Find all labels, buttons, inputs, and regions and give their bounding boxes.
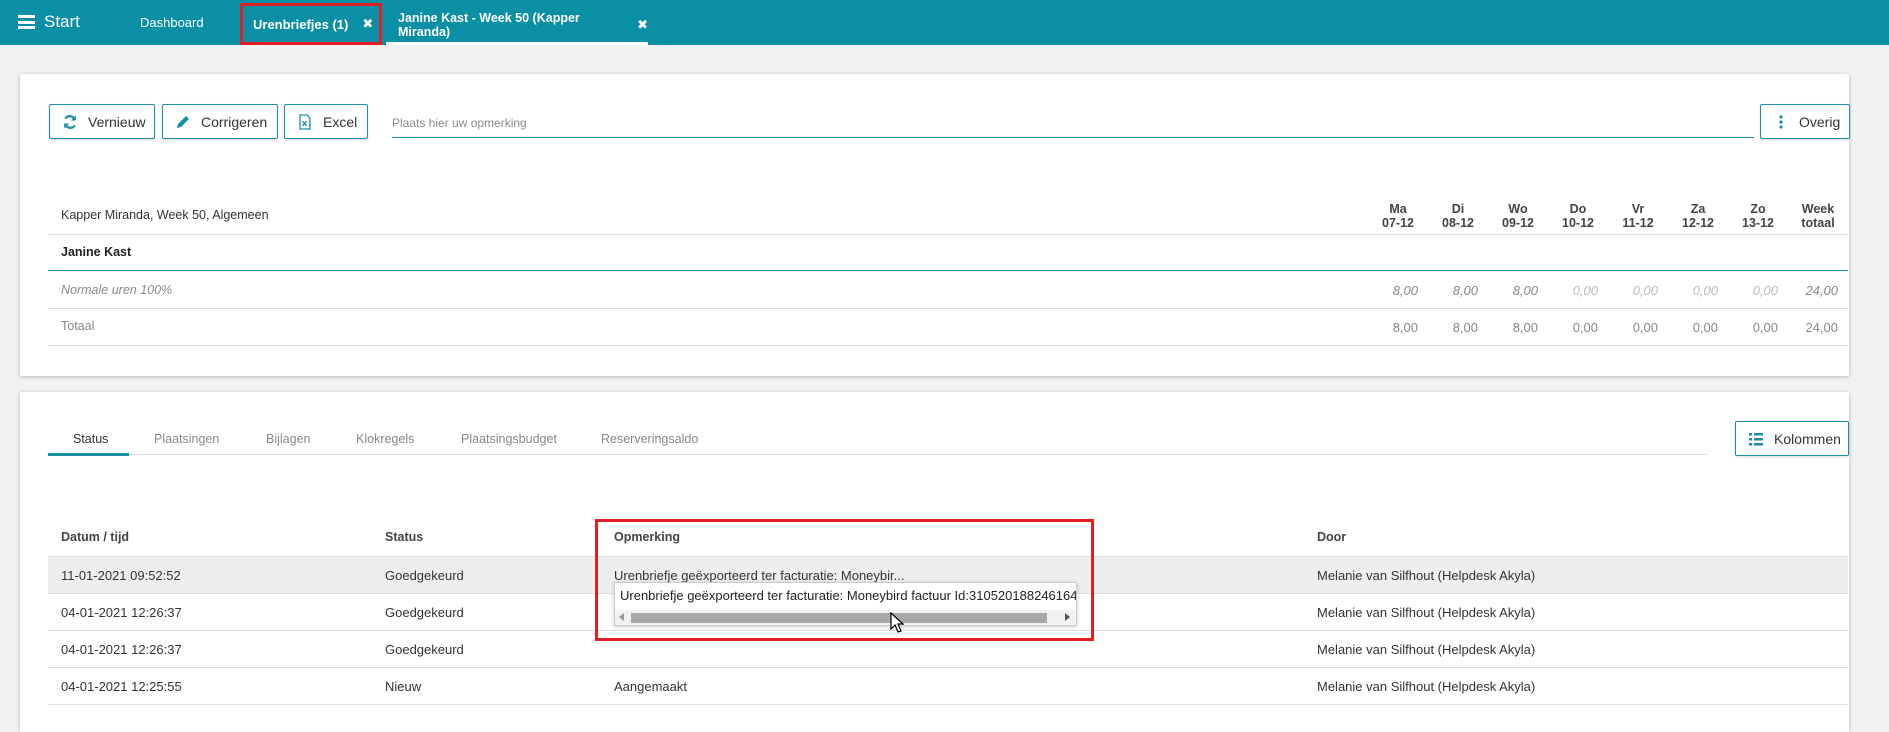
day-header: Wo 09-12 <box>1502 202 1534 230</box>
day-header: Za 12-12 <box>1682 202 1714 230</box>
hours-value: 8,00 <box>1392 283 1418 298</box>
total-value: 0,00 <box>1632 320 1658 335</box>
correct-button[interactable]: Corrigeren <box>162 104 278 139</box>
cell-status: Goedgekeurd <box>385 605 464 620</box>
employee-name: Janine Kast <box>61 245 132 259</box>
tab-janine-kast-label: Janine Kast - Week 50 (Kapper Miranda) <box>398 11 580 39</box>
excel-file-icon <box>297 113 313 130</box>
column-header-by[interactable]: Door <box>1317 530 1346 544</box>
remark-input[interactable] <box>392 108 1754 138</box>
total-value: 8,00 <box>1452 320 1478 335</box>
cell-datetime: 04-01-2021 12:25:55 <box>61 679 182 694</box>
tab-reserveringsaldo[interactable]: Reserveringsaldo <box>601 432 698 446</box>
scrollbar-thumb[interactable] <box>631 613 1047 623</box>
cell-status: Goedgekeurd <box>385 568 464 583</box>
correct-label: Corrigeren <box>201 113 268 130</box>
hours-value: 8,00 <box>1512 283 1538 298</box>
total-value: 8,00 <box>1512 320 1538 335</box>
tab-dashboard-label: Dashboard <box>140 15 204 30</box>
cell-datetime: 04-01-2021 12:26:37 <box>61 642 182 657</box>
top-bar: Start Dashboard Urenbriefjes (1) ✖ Janin… <box>0 0 1889 45</box>
cell-by: Melanie van Silfhout (Helpdesk Akyla) <box>1317 568 1536 583</box>
day-header: Di 08-12 <box>1442 202 1474 230</box>
excel-label: Excel <box>323 113 358 130</box>
tab-urenbriefjes[interactable]: Urenbriefjes (1) ✖ <box>240 3 382 45</box>
divider <box>48 345 1848 346</box>
hours-value: 0,00 <box>1632 283 1658 298</box>
start-label: Start <box>44 12 80 31</box>
total-label: Totaal <box>61 319 95 333</box>
total-value: 0,00 <box>1692 320 1718 335</box>
more-button[interactable]: Overig <box>1760 104 1850 139</box>
cell-datetime: 11-01-2021 09:52:52 <box>61 568 181 583</box>
day-header: Do 10-12 <box>1562 202 1594 230</box>
cell-by: Melanie van Silfhout (Helpdesk Akyla) <box>1317 642 1536 657</box>
list-icon <box>1748 431 1764 447</box>
week-total-value: 24,00 <box>1805 320 1838 335</box>
normal-hours-label: Normale uren 100% <box>61 283 173 297</box>
cell-by: Melanie van Silfhout (Helpdesk Akyla) <box>1317 679 1536 694</box>
hours-value: 8,00 <box>1452 283 1478 298</box>
tab-dashboard[interactable]: Dashboard <box>140 0 204 45</box>
vertical-dots-icon <box>1773 114 1789 130</box>
cell-by: Melanie van Silfhout (Helpdesk Akyla) <box>1317 605 1536 620</box>
close-icon[interactable]: ✖ <box>637 17 648 33</box>
week-total-value: 24,00 <box>1805 283 1838 298</box>
tab-plaatsingsbudget[interactable]: Plaatsingsbudget <box>461 432 557 446</box>
day-header: Vr 11-12 <box>1622 202 1654 230</box>
tab-status[interactable]: Status <box>73 432 108 446</box>
refresh-label: Vernieuw <box>88 113 146 130</box>
week-title: Kapper Miranda, Week 50, Algemeen <box>61 208 269 222</box>
week-total-header: Week totaal <box>1801 202 1835 230</box>
cell-status: Nieuw <box>385 679 422 694</box>
mouse-cursor-icon <box>890 612 904 633</box>
hours-value: 0,00 <box>1752 283 1778 298</box>
cell-status: Goedgekeurd <box>385 642 464 657</box>
tab-plaatsingen[interactable]: Plaatsingen <box>154 432 219 446</box>
total-value: 0,00 <box>1572 320 1598 335</box>
active-tab-indicator <box>48 453 129 456</box>
timesheet-panel: Vernieuw Corrigeren Excel Overig Kapper … <box>20 74 1850 376</box>
remark-tooltip: Urenbriefje geëxporteerd ter facturatie:… <box>614 582 1077 626</box>
cell-remark: Aangemaakt <box>614 679 687 694</box>
table-row[interactable]: 04-01-2021 12:25:55 Nieuw Aangemaakt Mel… <box>48 668 1848 705</box>
tab-urenbriefjes-label: Urenbriefjes (1) <box>253 16 349 32</box>
horizontal-scrollbar[interactable] <box>615 610 1076 625</box>
tab-janine-kast-week[interactable]: Janine Kast - Week 50 (Kapper Miranda) ✖ <box>386 8 648 45</box>
refresh-icon <box>62 114 78 130</box>
tabs-divider <box>48 454 1707 455</box>
pencil-icon <box>175 114 191 130</box>
close-icon[interactable]: ✖ <box>362 16 373 32</box>
tab-bijlagen[interactable]: Bijlagen <box>266 432 310 446</box>
more-label: Overig <box>1799 113 1841 130</box>
hours-value: 0,00 <box>1572 283 1598 298</box>
day-header: Zo 13-12 <box>1742 202 1774 230</box>
refresh-button[interactable]: Vernieuw <box>49 104 155 139</box>
hours-value: 0,00 <box>1692 283 1718 298</box>
hamburger-icon <box>18 15 35 29</box>
excel-button[interactable]: Excel <box>284 104 368 139</box>
table-row[interactable]: 04-01-2021 12:26:37 Goedgekeurd Melanie … <box>48 631 1848 668</box>
column-header-status[interactable]: Status <box>385 530 423 544</box>
column-header-datetime[interactable]: Datum / tijd <box>61 530 129 544</box>
day-header: Ma 07-12 <box>1382 202 1414 230</box>
start-menu-button[interactable]: Start <box>18 12 80 32</box>
divider <box>48 234 1848 235</box>
tooltip-text: Urenbriefje geëxporteerd ter facturatie:… <box>620 588 1077 603</box>
tab-klokregels[interactable]: Klokregels <box>356 432 414 446</box>
column-header-remark[interactable]: Opmerking <box>614 530 680 544</box>
divider <box>48 308 1848 309</box>
status-panel: Status Plaatsingen Bijlagen Klokregels P… <box>20 392 1849 732</box>
columns-label: Kolommen <box>1774 430 1841 447</box>
cell-datetime: 04-01-2021 12:26:37 <box>61 605 182 620</box>
cell-remark[interactable]: Urenbriefje geëxporteerd ter facturatie:… <box>614 568 904 583</box>
columns-button[interactable]: Kolommen <box>1735 421 1849 456</box>
total-value: 8,00 <box>1392 320 1418 335</box>
divider <box>48 270 1848 271</box>
total-value: 0,00 <box>1752 320 1778 335</box>
scroll-right-icon[interactable] <box>1065 613 1070 621</box>
scroll-left-icon[interactable] <box>619 613 624 621</box>
